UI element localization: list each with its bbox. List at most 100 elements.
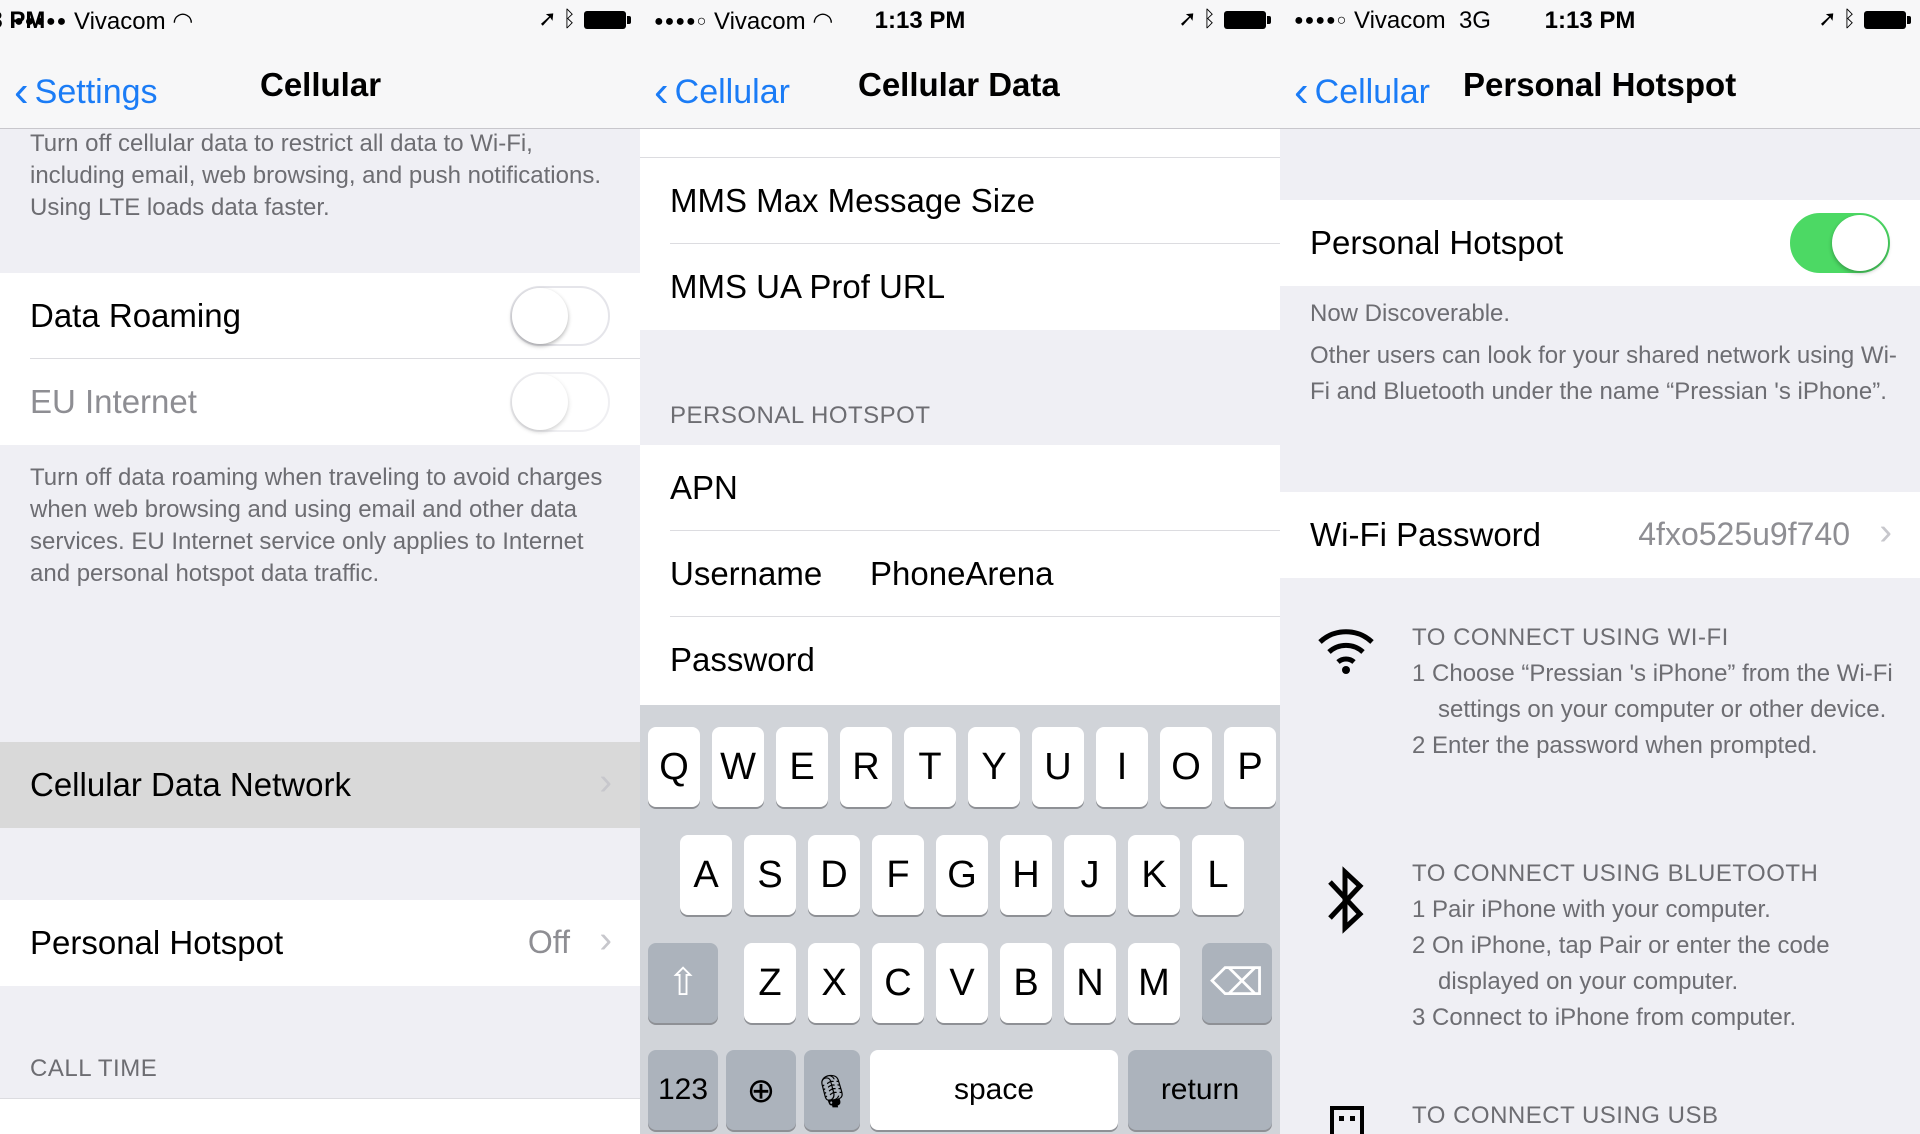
usb-icon: [1316, 1106, 1376, 1134]
page-title: Personal Hotspot: [1463, 66, 1737, 103]
globe-key[interactable]: ⊕: [726, 1050, 796, 1130]
back-button[interactable]: ‹ Settings: [14, 64, 158, 116]
eu-internet-toggle[interactable]: [510, 372, 610, 432]
status-right: ➚ ᛒ: [1178, 6, 1271, 32]
bluetooth-status-icon: ᛒ: [1202, 6, 1216, 31]
key-w[interactable]: W: [712, 727, 764, 807]
return-key[interactable]: return: [1128, 1050, 1272, 1130]
key-b[interactable]: B: [1000, 943, 1052, 1023]
location-icon: ➚: [538, 6, 557, 31]
data-roaming-label: Data Roaming: [30, 297, 241, 334]
wifi-step: 2 Enter the password when prompted.: [1412, 732, 1818, 759]
key-a[interactable]: A: [680, 835, 732, 915]
apn-row[interactable]: APN: [640, 445, 1280, 531]
globe-icon: ⊕: [746, 1072, 776, 1110]
username-row[interactable]: Username PhoneArena: [640, 531, 1280, 617]
dictation-key[interactable]: 🎙: [804, 1050, 860, 1130]
key-h[interactable]: H: [1000, 835, 1052, 915]
location-icon: ➚: [1178, 6, 1197, 31]
personal-hotspot-toggle[interactable]: [1790, 213, 1890, 273]
chevron-left-icon: ‹: [1294, 67, 1309, 116]
wifi-password-value: 4fxo525u9f740: [1638, 516, 1850, 552]
nav-bar: ‹ Cellular Personal Hotspot: [1280, 42, 1920, 129]
cellular-settings-screen: ●●●●● Vivacom ◠ 1:13 PM ➚ ᛒ ‹Settings Ce…: [0, 0, 640, 1134]
key-c[interactable]: C: [872, 943, 924, 1023]
data-roaming-toggle[interactable]: [510, 286, 610, 346]
username-label: Username: [670, 555, 823, 592]
key-m[interactable]: M: [1128, 943, 1180, 1023]
key-z[interactable]: Z: [744, 943, 796, 1023]
key-k[interactable]: K: [1128, 835, 1180, 915]
key-n[interactable]: N: [1064, 943, 1116, 1023]
location-icon: ➚: [1818, 6, 1837, 31]
password-label: Password: [670, 641, 815, 678]
personal-hotspot-row[interactable]: Personal Hotspot Off ›: [0, 900, 640, 986]
personal-hotspot-value: Off: [527, 924, 570, 960]
battery-icon: [1864, 11, 1911, 30]
mms-max-size-row[interactable]: MMS Max Message Size: [640, 158, 1280, 244]
personal-hotspot-screen: ●●●●○ Vivacom 3G 1:13 PM ➚ ᛒ ‹ Cellular P…: [1280, 0, 1920, 1134]
back-button[interactable]: ‹ Cellular: [1294, 64, 1430, 116]
cellular-data-network-label: Cellular Data Network: [30, 766, 351, 803]
wifi-instructions: TO CONNECT USING WI-FI 1 Choose “Pressia…: [1412, 620, 1902, 764]
wifi-instructions-header: TO CONNECT USING WI-FI: [1412, 624, 1729, 651]
status-time: 1:13 PM: [0, 7, 46, 34]
key-j[interactable]: J: [1064, 835, 1116, 915]
cellular-data-network-row[interactable]: Cellular Data Network ›: [0, 742, 640, 828]
key-r[interactable]: R: [840, 727, 892, 807]
key-g[interactable]: G: [936, 835, 988, 915]
three-screen-composite: ●●●●● Vivacom ◠ 1:13 PM ➚ ᛒ ‹Settings Ce…: [0, 0, 1920, 1134]
toggle-knob: [512, 288, 568, 344]
current-period-row: [0, 1098, 640, 1134]
key-o[interactable]: O: [1160, 727, 1212, 807]
key-v[interactable]: V: [936, 943, 988, 1023]
shift-key[interactable]: ⇧: [648, 943, 718, 1023]
key-p[interactable]: P: [1224, 727, 1276, 807]
key-t[interactable]: T: [904, 727, 956, 807]
status-time: 1:13 PM: [1544, 7, 1636, 34]
username-value[interactable]: PhoneArena: [870, 555, 1053, 593]
delete-key[interactable]: ⌫: [1202, 943, 1272, 1023]
delete-icon: ⌫: [1210, 962, 1264, 1004]
bluetooth-icon: [1316, 862, 1376, 934]
wifi-icon: [1316, 626, 1376, 686]
key-i[interactable]: I: [1096, 727, 1148, 807]
key-y[interactable]: Y: [968, 727, 1020, 807]
personal-hotspot-toggle-row: Personal Hotspot: [1280, 200, 1920, 286]
status-bar: ●●●●○ Vivacom 3G 1:13 PM ➚ ᛒ: [1280, 0, 1920, 42]
chevron-right-icon: ›: [599, 919, 612, 961]
status-time: 1:13 PM: [874, 7, 966, 34]
mms-max-size-label: MMS Max Message Size: [670, 182, 1035, 219]
toggle-knob: [1832, 215, 1888, 271]
page-title: Cellular: [260, 66, 382, 103]
mms-ua-prof-row[interactable]: MMS UA Prof URL: [640, 244, 1280, 330]
eu-internet-row: EU Internet: [0, 359, 640, 445]
bluetooth-step: 1 Pair iPhone with your computer.: [1412, 896, 1771, 923]
numbers-key[interactable]: 123: [648, 1050, 718, 1130]
key-u[interactable]: U: [1032, 727, 1084, 807]
toggle-knob: [512, 374, 568, 430]
eu-internet-label: EU Internet: [30, 383, 197, 420]
call-time-header: CALL TIME: [30, 1055, 158, 1082]
back-button[interactable]: ‹ Cellular: [654, 64, 790, 116]
clipped-row: [640, 129, 1280, 158]
wifi-password-row[interactable]: Wi-Fi Password 4fxo525u9f740 ›: [1280, 492, 1920, 578]
password-row[interactable]: Password: [640, 617, 1280, 705]
key-d[interactable]: D: [808, 835, 860, 915]
space-key[interactable]: space: [870, 1050, 1118, 1130]
discoverable-status: Now Discoverable.: [1310, 300, 1511, 327]
personal-hotspot-label: Personal Hotspot: [30, 924, 284, 961]
chevron-left-icon: ‹: [14, 67, 29, 116]
status-bar: ●●●●● Vivacom ◠ 1:13 PM ➚ ᛒ: [0, 0, 640, 42]
key-q[interactable]: Q: [648, 727, 700, 807]
key-s[interactable]: S: [744, 835, 796, 915]
back-label: Cellular: [1314, 73, 1430, 111]
personal-hotspot-label: Personal Hotspot: [1310, 224, 1564, 261]
nav-bar: ‹ Cellular Cellular Data: [640, 42, 1280, 129]
status-right: ➚ ᛒ: [1818, 6, 1911, 32]
shift-icon: ⇧: [667, 962, 699, 1004]
key-l[interactable]: L: [1192, 835, 1244, 915]
key-e[interactable]: E: [776, 727, 828, 807]
key-f[interactable]: F: [872, 835, 924, 915]
key-x[interactable]: X: [808, 943, 860, 1023]
